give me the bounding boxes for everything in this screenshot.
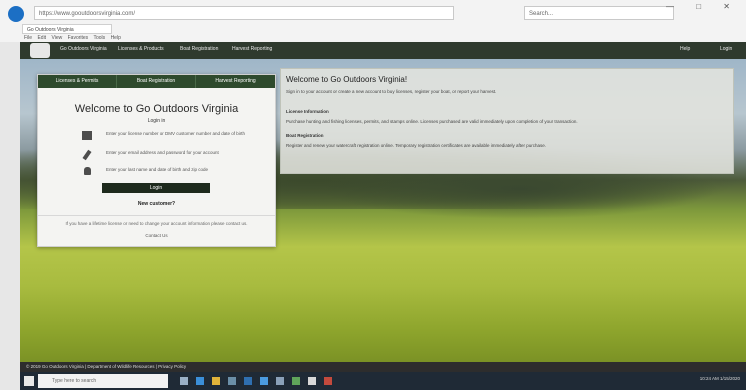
file-explorer-icon[interactable] [212,377,220,385]
panel-footnote: If you have a lifetime license or need t… [65,221,248,226]
app-icon[interactable] [276,377,284,385]
nav-boat[interactable]: Boat Registration [180,46,218,52]
task-view-icon[interactable] [180,377,188,385]
login-option-text: Enter your last name and date of birth a… [106,167,209,172]
browser-menubar: File Edit View Favorites Tools Help [24,35,121,41]
login-option-name[interactable]: Enter your last name and date of birth a… [82,167,252,181]
info-title: Welcome to Go Outdoors Virginia! [286,75,408,84]
window-controls[interactable]: — □ ✕ [666,2,740,11]
login-subtitle: Login in [147,118,166,124]
login-panel: Licenses & Permits Boat Registration Har… [37,74,276,247]
info-section-head: Boat Registration [286,133,324,138]
taskbar-search-input[interactable]: Type here to search [38,374,168,388]
info-subtitle: Sign in to your account or create a new … [286,89,497,94]
login-tabs: Licenses & Permits Boat Registration Har… [38,75,275,88]
login-option-email[interactable]: Enter your email address and password fo… [82,149,252,164]
edge-icon[interactable] [196,377,204,385]
menu-file[interactable]: File [24,35,32,41]
info-section-text: Purchase hunting and fishing licenses, p… [286,119,578,124]
menu-edit[interactable]: Edit [37,35,46,41]
address-bar[interactable]: https://www.gooutdoorsvirginia.com/ [34,6,454,20]
tab-licenses[interactable]: Licenses & Permits [38,75,117,88]
menu-help[interactable]: Help [111,35,121,41]
login-button[interactable]: Login [102,183,210,193]
store-icon[interactable] [228,377,236,385]
contact-us-link[interactable]: Contact Us [38,233,275,238]
site-navbar: Go Outdoors Virginia Licenses & Products… [20,42,746,60]
pencil-icon [82,149,92,161]
os-taskbar: Type here to search 10:24 AM 1/15/2020 [20,372,746,390]
app-icon[interactable] [308,377,316,385]
nav-login[interactable]: Login [720,46,732,52]
info-section-text: Register and renew your watercraft regis… [286,143,547,148]
nav-licenses[interactable]: Licenses & Products [118,46,164,52]
info-panel: Welcome to Go Outdoors Virginia! Sign in… [280,68,734,174]
user-icon [84,167,91,175]
browser-tab[interactable]: Go Outdoors Virginia [22,24,112,34]
browser-logo-icon[interactable] [8,6,24,22]
login-option-text: Enter your email address and password fo… [106,150,219,155]
app-icon[interactable] [324,377,332,385]
info-section-head: License Information [286,109,329,114]
system-tray[interactable]: 10:24 AM 1/15/2020 [700,376,740,381]
app-icon[interactable] [292,377,300,385]
tab-harvest-reporting[interactable]: Harvest Reporting [196,75,275,88]
browser-search-input[interactable]: Search... [524,6,674,20]
new-customer-link[interactable]: New customer? [38,201,275,207]
left-edge [0,42,20,390]
nav-help[interactable]: Help [680,46,690,52]
nav-harvest[interactable]: Harvest Reporting [232,46,272,52]
menu-favorites[interactable]: Favorites [68,35,89,41]
panel-divider [38,215,275,216]
mail-icon[interactable] [244,377,252,385]
ie-icon[interactable] [260,377,268,385]
menu-view[interactable]: View [51,35,62,41]
nav-home[interactable]: Go Outdoors Virginia [60,46,107,52]
login-option-text: Enter your license number or DMV custome… [106,131,246,136]
site-logo-icon[interactable] [30,43,50,58]
tab-boat-registration[interactable]: Boat Registration [117,75,196,88]
site-footer: © 2019 Go Outdoors Virginia | Department… [20,362,746,372]
login-title: Welcome to Go Outdoors Virginia [74,103,239,115]
menu-tools[interactable]: Tools [93,35,105,41]
id-card-icon [82,131,92,140]
browser-chrome: https://www.gooutdoorsvirginia.com/ Sear… [0,0,746,43]
login-option-license[interactable]: Enter your license number or DMV custome… [82,131,252,145]
windows-start-icon[interactable] [24,376,34,386]
